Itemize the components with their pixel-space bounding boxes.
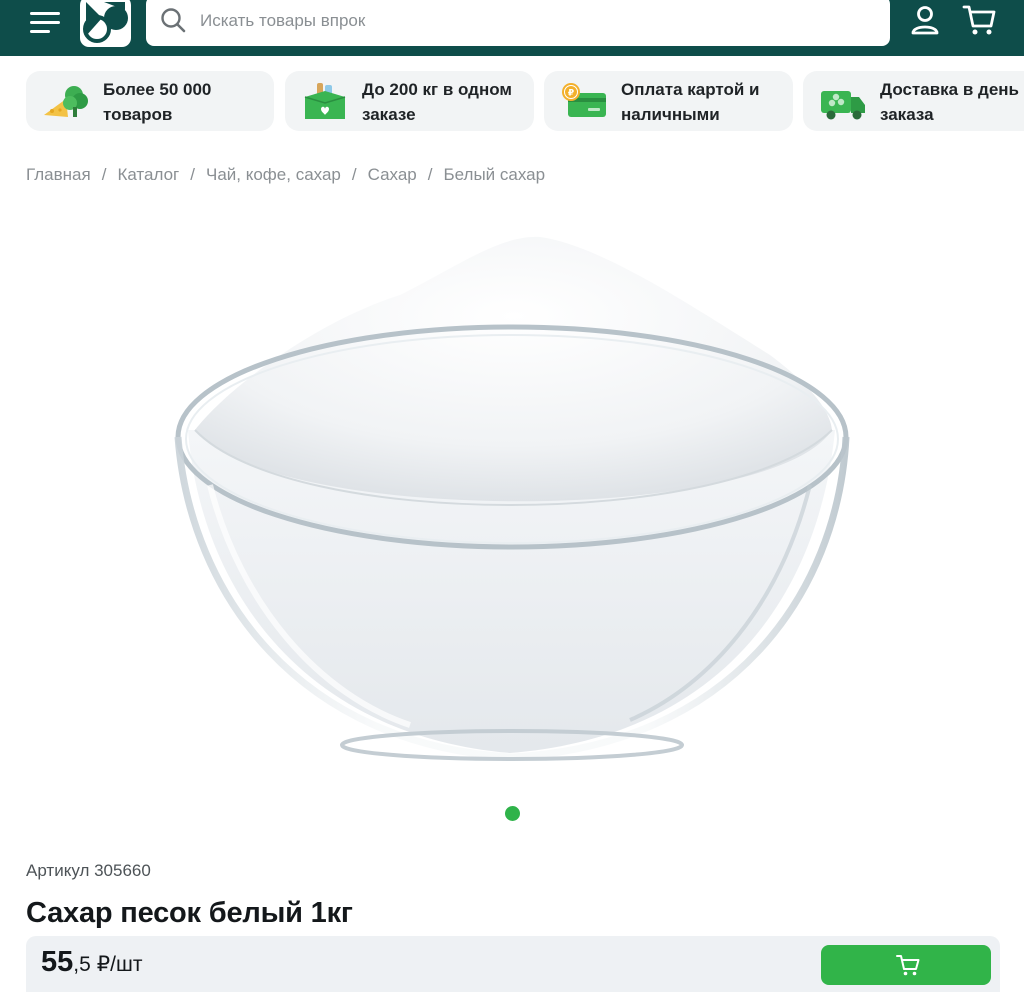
- feature-payment: ₽ Оплата картой и наличными: [544, 71, 793, 131]
- vegetables-icon: [44, 86, 88, 117]
- hamburger-menu-icon-line: [30, 30, 50, 33]
- hamburger-menu-icon: [30, 12, 60, 15]
- price-fraction: ,5: [73, 953, 91, 976]
- feature-weight: До 200 кг в одном заказе: [285, 71, 534, 131]
- delivery-truck-icon: [821, 91, 865, 120]
- feature-delivery: Доставка в день заказа: [803, 71, 1024, 131]
- breadcrumb-white-sugar[interactable]: Белый сахар: [443, 165, 545, 185]
- breadcrumb-separator: /: [427, 165, 433, 184]
- menu-button[interactable]: [30, 8, 64, 38]
- price-main: 55: [41, 946, 74, 978]
- product-article: Артикул 305660: [26, 861, 151, 880]
- top-header: [0, 0, 1024, 56]
- feature-assortment-text: Более 50 000 товаров: [103, 80, 212, 124]
- breadcrumb: Главная / Каталог / Чай, кофе, сахар / С…: [26, 165, 545, 185]
- breadcrumb-separator: /: [351, 165, 357, 184]
- feature-payment-text: Оплата картой и наличными: [621, 80, 760, 124]
- search-icon: [161, 8, 186, 33]
- feature-delivery-text: Доставка в день заказа: [880, 80, 1019, 124]
- card-payment-icon: ₽: [562, 83, 606, 117]
- breadcrumb-separator: /: [190, 165, 195, 184]
- brand-logo-icon[interactable]: [80, 0, 131, 47]
- product-price: 55 ,5 ₽/шт: [41, 946, 142, 979]
- cart-icon: [896, 955, 920, 976]
- grocery-box-icon: [304, 83, 346, 119]
- feature-assortment: Более 50 000 товаров: [26, 71, 274, 131]
- svg-text:₽: ₽: [568, 89, 574, 99]
- carousel-dot[interactable]: [505, 806, 520, 821]
- breadcrumb-sugar[interactable]: Сахар: [368, 165, 417, 185]
- price-bar: 55 ,5 ₽/шт: [26, 936, 1000, 992]
- sugar-bowl-image[interactable]: [170, 225, 854, 770]
- search-bar: [146, 0, 890, 46]
- cart-icon[interactable]: [961, 2, 997, 38]
- add-to-cart-button[interactable]: [821, 945, 991, 985]
- product-title: Сахар песок белый 1кг: [26, 897, 353, 929]
- search-input[interactable]: [200, 4, 870, 38]
- breadcrumb-tea-coffee-sugar[interactable]: Чай, кофе, сахар: [206, 165, 341, 185]
- hamburger-menu-icon-line: [30, 21, 60, 24]
- breadcrumb-separator: /: [101, 165, 107, 184]
- price-unit: ₽/шт: [96, 953, 143, 976]
- breadcrumb-home[interactable]: Главная: [26, 165, 91, 185]
- breadcrumb-catalog[interactable]: Каталог: [117, 165, 179, 185]
- feature-weight-text: До 200 кг в одном заказе: [362, 80, 512, 124]
- user-icon[interactable]: [907, 2, 943, 38]
